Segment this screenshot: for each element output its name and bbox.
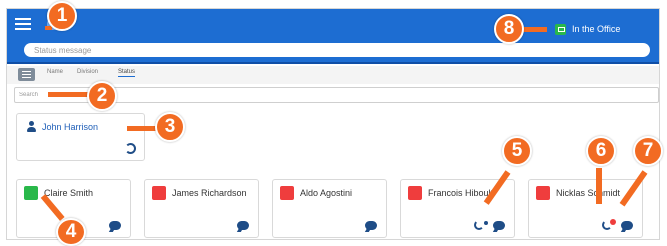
top-bar: In the Office xyxy=(7,9,659,64)
flight-icon xyxy=(152,186,166,200)
call-forward-icon[interactable] xyxy=(474,220,484,230)
callout-3: 3 xyxy=(155,112,185,142)
presence-status[interactable]: In the Office xyxy=(555,21,620,37)
status-message-input[interactable] xyxy=(24,43,650,57)
callout-2: 2 xyxy=(87,81,117,111)
callout-5: 5 xyxy=(502,136,532,166)
forward-arrow-icon xyxy=(484,221,488,225)
blocked-badge-icon xyxy=(610,219,616,225)
contact-card-nicklas-schmidt[interactable]: Nicklas Schmidt xyxy=(528,179,643,238)
chat-icon[interactable] xyxy=(621,221,633,230)
contact-name: Aldo Agostini xyxy=(300,188,353,198)
callout-6-arrow xyxy=(596,168,602,204)
sort-tab-status[interactable]: Status xyxy=(118,69,136,77)
callout-6: 6 xyxy=(586,136,616,166)
callout-7: 7 xyxy=(633,136,663,166)
view-toggle-icon[interactable] xyxy=(18,68,35,81)
meeting-icon xyxy=(280,186,294,200)
contact-card-james-richardson[interactable]: James Richardson xyxy=(144,179,259,238)
contact-card-aldo-agostini[interactable]: Aldo Agostini xyxy=(272,179,387,238)
self-card[interactable]: John Harrison xyxy=(16,113,145,161)
person-icon xyxy=(26,121,36,132)
chat-icon[interactable] xyxy=(365,221,377,230)
chat-icon[interactable] xyxy=(109,221,121,230)
restaurant-icon xyxy=(408,186,422,200)
presence-icon xyxy=(555,23,566,35)
callout-3-arrow xyxy=(127,126,157,131)
presence-label: In the Office xyxy=(572,24,621,34)
chat-icon[interactable] xyxy=(237,221,249,230)
callout-8-arrow xyxy=(521,27,547,32)
contact-name: Nicklas Schmidt xyxy=(556,188,621,198)
self-name[interactable]: John Harrison xyxy=(42,122,98,132)
presence-icon xyxy=(24,186,38,200)
callout-8: 8 xyxy=(494,14,524,44)
do-not-disturb-icon xyxy=(536,186,550,200)
sort-tab-division[interactable]: Division xyxy=(77,69,98,76)
contact-name: Francois Hiboult xyxy=(428,188,494,198)
app-window: In the Office Name Division Status John … xyxy=(6,8,660,240)
sort-tab-name[interactable]: Name xyxy=(47,69,63,76)
contact-name: James Richardson xyxy=(172,188,247,198)
hamburger-menu-icon[interactable] xyxy=(15,18,31,31)
chat-icon[interactable] xyxy=(493,221,505,230)
contact-name: Claire Smith xyxy=(44,188,94,198)
callout-2-arrow xyxy=(48,92,90,97)
callout-4: 4 xyxy=(56,218,86,246)
history-icon[interactable] xyxy=(125,143,136,154)
callout-1: 1 xyxy=(47,1,77,31)
